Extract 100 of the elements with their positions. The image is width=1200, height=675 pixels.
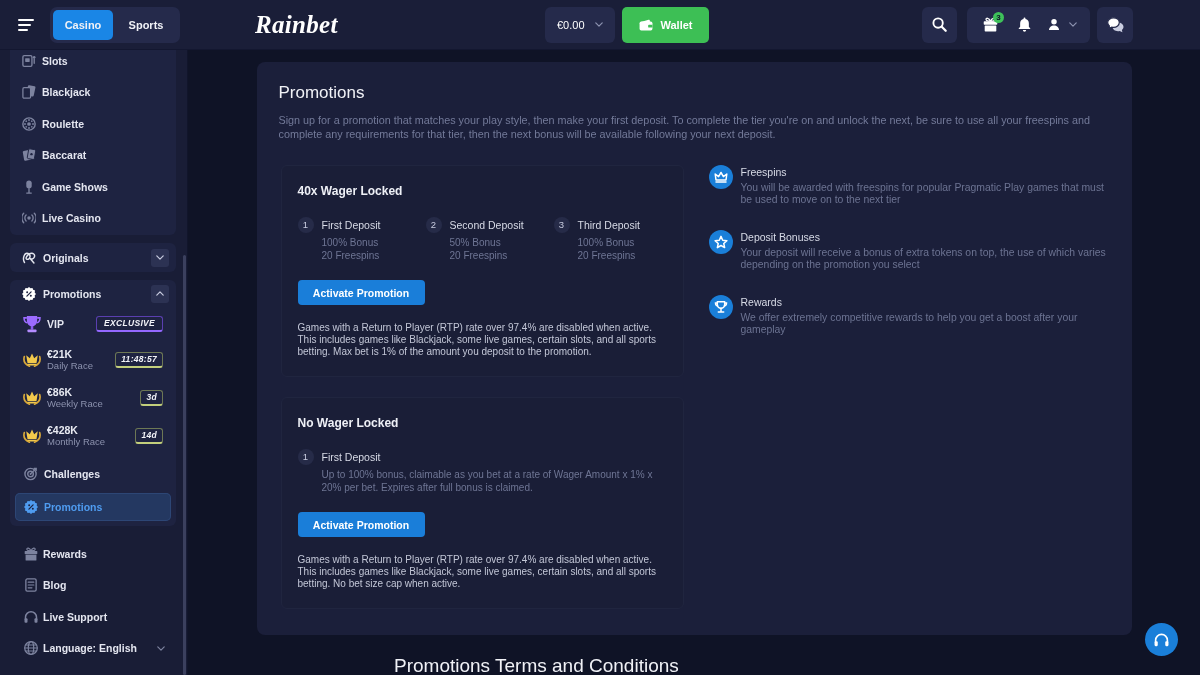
laurel-crown-icon <box>23 351 41 369</box>
sidebar-link[interactable]: Game Shows <box>10 171 176 203</box>
scrollbar-thumb[interactable] <box>183 255 186 675</box>
count-badge: 3 <box>993 11 1004 23</box>
step-detail: 20 Freespins <box>577 249 637 262</box>
sidebar-link[interactable]: Live Support <box>10 601 176 633</box>
logo[interactable]: Rainbet <box>255 10 338 39</box>
vip-link[interactable]: VIP EXCLUSIVE <box>15 307 171 341</box>
crown-icon <box>708 165 733 189</box>
race-name: Weekly Race <box>47 398 103 410</box>
sidebar-link[interactable]: Slots <box>10 50 176 77</box>
gift-button[interactable]: 3 <box>973 6 1007 43</box>
mode-tab[interactable]: Sports <box>116 9 176 40</box>
feature-description: We offer extremely competitive rewards to help you get a boost after your gameplay <box>740 312 1079 336</box>
roulette-wheel-icon <box>22 116 36 131</box>
sidebar-link[interactable]: Challenges <box>15 455 171 493</box>
loop-icon <box>22 250 36 265</box>
feature-description: Your deposit will receive a bonus of extra tokens on top, the use of which varies depending on the promotion you select <box>740 247 1107 271</box>
sidebar-link[interactable]: Live Casino <box>10 202 176 234</box>
search-icon <box>932 17 947 32</box>
user-icon <box>1048 19 1059 30</box>
globe-icon <box>24 641 38 656</box>
sidebar-link[interactable]: Language: English <box>10 632 176 664</box>
intro-text: Sign up for a promotion that matches your play style, then make your first deposit. To complete the tier you're on and unlock the next, be sure to use all your freespins and complete any requirements for that tier, then the next bonus will be available following your next deposit. <box>278 113 1091 141</box>
chevron-down-icon <box>595 22 603 27</box>
timer-badge: 3d <box>140 390 163 406</box>
prize-amount: €86K <box>47 386 74 398</box>
step-detail: 100% Bonus <box>577 236 636 249</box>
trophy-icon <box>708 295 733 319</box>
search-button[interactable] <box>922 6 957 43</box>
percent-badge-icon <box>24 500 38 514</box>
race-link[interactable]: €428K Monthly Race 14d <box>15 417 171 455</box>
target-icon <box>24 467 38 481</box>
race-name: Daily Race <box>47 360 93 372</box>
feature-title: Freespins <box>740 165 788 179</box>
expand-toggle[interactable] <box>151 284 169 303</box>
section-label: Originals <box>43 251 89 264</box>
prize-amount: €428K <box>47 424 79 436</box>
step-title: Second Deposit <box>449 218 524 232</box>
offer-note: Games with a Return to Player (RTP) rate over 97.4% are disabled when active. This includes games like Blackjack, some live games, certain slots, and all sports betting. No bet size cap when active. <box>297 554 657 590</box>
offer-title: No Wager Locked <box>297 415 400 431</box>
expand-toggle[interactable] <box>151 248 169 267</box>
terms-heading: Promotions Terms and Conditions <box>394 655 679 675</box>
feature-title: Rewards <box>740 295 783 309</box>
timer-badge: 11:48:57 <box>115 352 163 368</box>
percent-badge-icon <box>22 286 36 301</box>
section-label: Promotions <box>43 287 102 300</box>
sidebar-link[interactable]: Roulette <box>10 108 176 140</box>
prize-amount: €21K <box>47 348 74 360</box>
feature-title: Deposit Bonuses <box>740 230 821 244</box>
menu-icon <box>18 18 34 31</box>
sidebar-link[interactable]: Promotions <box>15 493 171 521</box>
sidebar-link[interactable]: Blackjack <box>10 76 176 108</box>
race-link[interactable]: €21K Daily Race 11:48:57 <box>15 341 171 379</box>
chevron-down-icon <box>1068 22 1077 27</box>
activate-button[interactable]: Activate Promotion <box>297 280 425 305</box>
chat-icon <box>1106 16 1124 33</box>
gift-icon <box>982 17 998 32</box>
chevron-down-icon <box>157 645 165 651</box>
menu-button[interactable] <box>18 18 34 31</box>
support-button[interactable] <box>1145 623 1178 656</box>
step-detail: 50% Bonus <box>449 236 502 249</box>
chevron-down-icon <box>156 255 164 260</box>
vip-label: VIP <box>47 318 64 330</box>
race-link[interactable]: €86K Weekly Race 3d <box>15 379 171 417</box>
tag-badge: EXCLUSIVE <box>96 316 163 332</box>
laurel-crown-icon <box>23 427 41 445</box>
chat-button[interactable] <box>1097 6 1133 43</box>
headset-icon <box>24 609 38 624</box>
step-detail: 20 Freespins <box>321 249 381 262</box>
offer-note: Games with a Return to Player (RTP) rate over 97.4% are disabled when active. This includes games like Blackjack, some live games, certain slots, and all sports betting. Max bet is 1% of the amount you deposit to the promotion. <box>297 322 657 358</box>
step-number: 1 <box>297 449 314 465</box>
sidebar-link[interactable]: Blog <box>10 569 176 601</box>
timer-badge: 14d <box>135 428 163 444</box>
step-number: 2 <box>425 217 442 233</box>
activate-button[interactable]: Activate Promotion <box>297 512 425 537</box>
playing-cards-icon <box>22 148 36 163</box>
laurel-crown-icon <box>23 389 41 407</box>
originals-section[interactable]: Originals <box>10 243 176 272</box>
offer-title: 40x Wager Locked <box>297 183 404 199</box>
slot-machine-icon <box>22 53 36 68</box>
chevron-up-icon <box>156 291 164 296</box>
broadcast-icon <box>22 211 36 226</box>
headset-icon <box>1154 632 1169 647</box>
gift-icon <box>24 546 38 561</box>
cards-icon <box>22 85 36 100</box>
wallet-icon <box>638 18 653 31</box>
step-title: Third Deposit <box>577 218 640 232</box>
step-detail: Up to 100% bonus, claimable as you bet at a rate of Wager Amount x 1% x 20% per bet. Expires after full bonus is claimed. <box>321 468 654 494</box>
bell-icon <box>1016 17 1032 32</box>
page-title: Promotions <box>278 82 366 104</box>
feature-description: You will be awarded with freespins for popular Pragmatic Play games that must be used to move on to the next tier <box>740 182 1105 206</box>
step-title: First Deposit <box>321 450 382 464</box>
step-number: 1 <box>297 217 314 233</box>
step-number: 3 <box>553 217 570 233</box>
balance-dropdown[interactable]: €0.00 <box>545 6 615 43</box>
trophy-icon <box>23 315 41 333</box>
sidebar-link[interactable]: Baccarat <box>10 139 176 171</box>
sidebar-link[interactable]: Rewards <box>10 538 176 570</box>
document-icon <box>24 578 38 593</box>
